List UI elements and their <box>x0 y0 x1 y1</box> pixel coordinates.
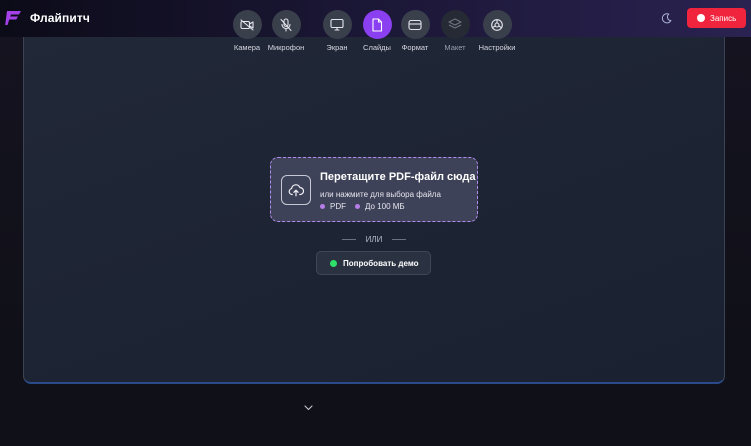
chevron-down-icon <box>303 405 313 411</box>
format-button[interactable]: Формат <box>393 10 437 60</box>
cloud-upload-icon <box>288 184 304 197</box>
bullet-dot-icon <box>320 204 325 209</box>
format-label: PDF <box>330 202 346 211</box>
format-button-circle[interactable] <box>400 10 430 39</box>
or-text: ИЛИ <box>365 234 383 244</box>
record-button[interactable]: Запись <box>687 8 746 28</box>
microphone-button[interactable]: Микрофон <box>264 10 308 60</box>
settings-label: Настройки <box>478 43 516 52</box>
try-demo-button[interactable]: Попробовать демо <box>316 251 431 275</box>
app-logo-icon <box>5 11 21 25</box>
or-divider: ИЛИ <box>342 234 406 244</box>
format-label: Формат <box>401 43 429 52</box>
dropzone-title: Перетащите PDF-файл сюда <box>320 171 476 183</box>
microphone-label: Микрофон <box>267 43 305 52</box>
try-demo-label: Попробовать демо <box>343 258 419 268</box>
settings-icon <box>491 18 503 31</box>
settings-button-circle[interactable] <box>482 10 512 39</box>
screen-label: Экран <box>326 43 348 52</box>
screen-button[interactable]: Экран <box>315 10 359 60</box>
mic-off-icon <box>280 17 292 32</box>
file-icon <box>372 17 383 32</box>
screen-button-circle[interactable] <box>322 10 352 39</box>
divider-line <box>342 238 356 240</box>
monitor-icon <box>330 18 344 31</box>
layout-button[interactable]: Макет <box>433 10 477 60</box>
size-label: До 100 МБ <box>365 202 405 211</box>
settings-button[interactable]: Настройки <box>475 10 519 60</box>
record-label: Запись <box>710 13 737 23</box>
app-title: Флайпитч <box>30 11 90 25</box>
layout-icon <box>408 19 422 30</box>
slides-button-circle[interactable] <box>362 10 392 39</box>
format-badge: PDF <box>320 202 346 211</box>
dropzone-subtitle: или нажмите для выбора файла <box>320 190 441 199</box>
camera-button-circle[interactable] <box>232 10 262 39</box>
camera-button[interactable]: Камера <box>225 10 269 60</box>
dropzone-meta: PDF До 100 МБ <box>320 202 409 211</box>
bullet-dot-icon <box>355 204 360 209</box>
pdf-dropzone[interactable]: Перетащите PDF-файл сюда или нажмите для… <box>270 157 478 222</box>
theme-toggle-button[interactable] <box>658 10 674 26</box>
layers-icon <box>448 18 462 29</box>
record-dot-icon <box>697 14 705 22</box>
upload-icon-box <box>281 175 311 205</box>
bottom-toolbar <box>0 384 751 446</box>
divider-line <box>392 238 406 240</box>
status-dot-icon <box>330 259 337 267</box>
microphone-button-circle[interactable] <box>271 10 301 39</box>
camera-label: Камера <box>233 43 261 52</box>
size-badge: До 100 МБ <box>355 202 405 211</box>
layout-button-circle[interactable] <box>440 10 470 39</box>
microphone-options-button[interactable] <box>302 402 314 414</box>
layout-label: Макет <box>444 43 466 52</box>
camera-off-icon <box>240 18 254 31</box>
slides-label: Слайды <box>363 43 391 52</box>
moon-icon <box>661 12 671 23</box>
